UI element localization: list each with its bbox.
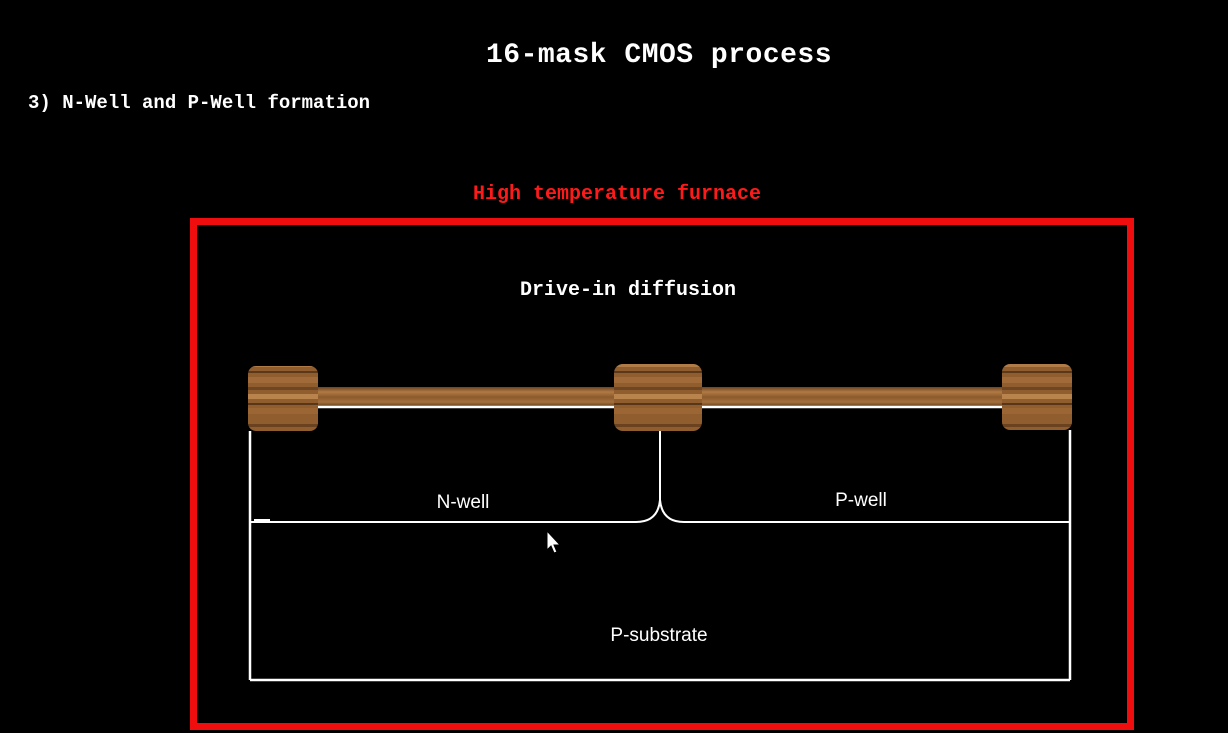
field-oxide-right [1002,364,1072,430]
n-well-label: N-well [437,492,490,513]
p-well-label: P-well [835,490,887,511]
p-substrate-label: P-substrate [610,625,707,646]
well-boundaries [250,431,1070,523]
mouse-pointer-icon [546,529,562,554]
field-oxide-center [614,364,702,431]
wafer-cross-section: N-well P-well P-substrate [248,364,1072,682]
field-oxide-left [248,366,318,431]
